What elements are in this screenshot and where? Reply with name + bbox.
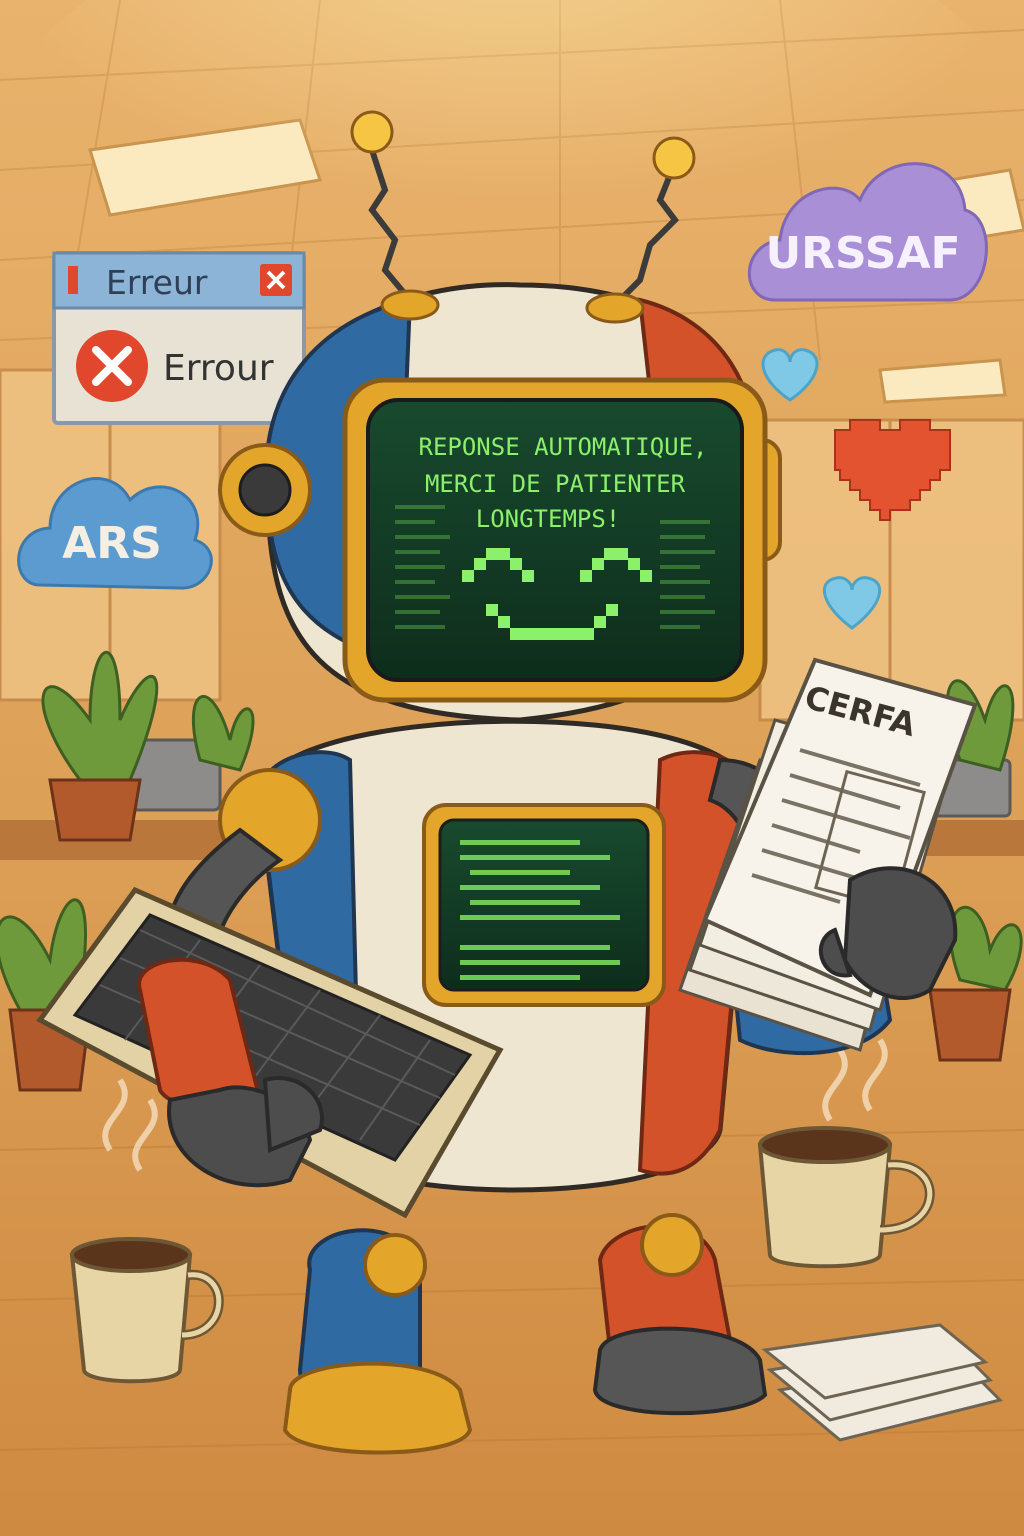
- screen-line-3: LONGTEMPS!: [476, 505, 621, 533]
- error-dialog-message: Errour: [163, 348, 274, 389]
- error-icon: [76, 330, 148, 402]
- close-icon[interactable]: [260, 264, 292, 296]
- error-dialog-title: Erreur: [106, 263, 208, 302]
- ars-label: ARS: [62, 518, 162, 569]
- illustration: Erreur Errour ARS URSSAF CERFA REPONSE A…: [0, 0, 1024, 1536]
- screen-line-1: REPONSE AUTOMATIQUE,: [419, 433, 708, 461]
- error-dialog: Erreur Errour: [52, 251, 306, 425]
- robot-ear: [218, 443, 312, 537]
- screen-line-2: MERCI DE PATIENTER: [425, 470, 686, 498]
- urssaf-label: URSSAF: [765, 228, 960, 279]
- face-screen: REPONSE AUTOMATIQUE, MERCI DE PATIENTER …: [342, 377, 768, 703]
